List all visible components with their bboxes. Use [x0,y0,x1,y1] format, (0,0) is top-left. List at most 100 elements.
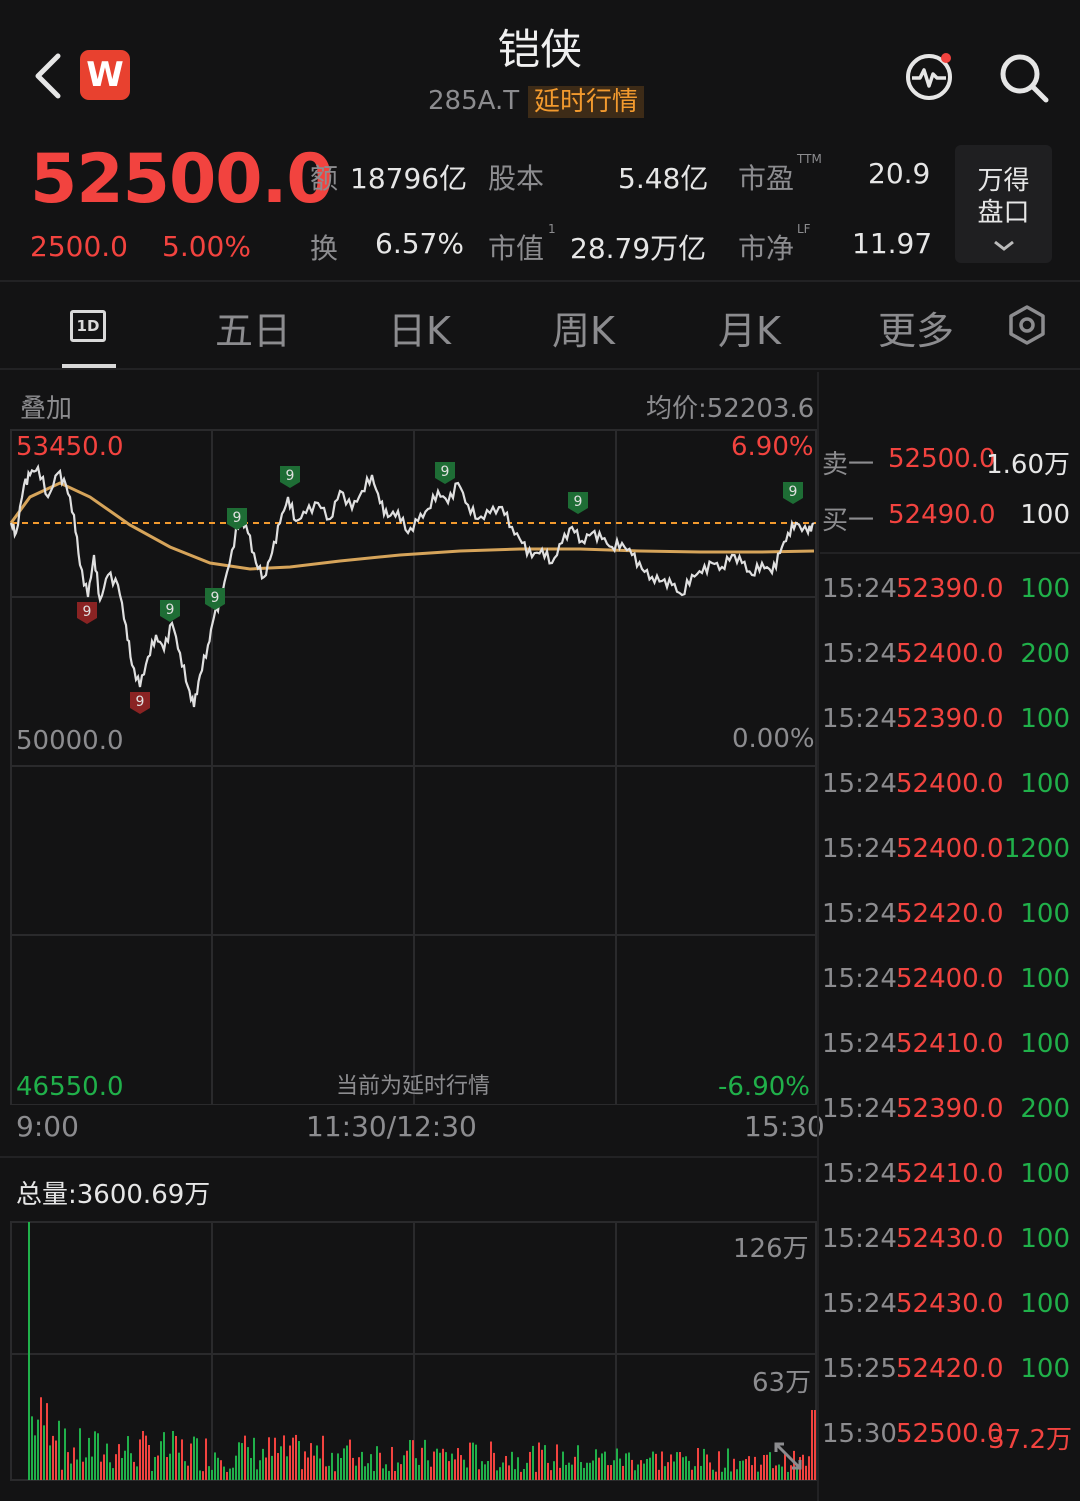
signal-marker[interactable]: 9 [205,588,225,610]
volume-bar [481,1461,483,1480]
tick-time: 15:24 [822,899,897,929]
volume-bar [349,1439,351,1480]
signal-marker[interactable]: 9 [435,462,455,484]
signal-marker[interactable]: 9 [160,600,180,622]
volume-bar [187,1465,189,1480]
volume-bar [685,1456,687,1480]
stat-label-pe: 市盈 [738,162,795,195]
settings-icon[interactable] [1006,304,1048,346]
signal-marker[interactable]: 9 [130,692,150,714]
tick-price: 52400.0 [896,769,1004,799]
volume-bar [658,1469,660,1480]
search-icon[interactable] [996,50,1052,106]
volume-axis-max: 126万 [733,1234,809,1264]
intraday-chart[interactable]: 9 9 9 9 9 9 9 9 9 [0,425,818,1105]
tick-volume: 100 [1020,1289,1070,1319]
tab-more[interactable]: 更多 [878,300,954,355]
volume-bar [46,1403,48,1480]
volume-bar [715,1471,717,1480]
volume-bar [499,1467,501,1480]
tick-time: 15:24 [822,1289,897,1319]
tab-weekly-k[interactable]: 周K [552,300,615,355]
tick-row: 15:24 52410.0 100 [820,1159,1080,1199]
price-line [9,463,815,708]
volume-bar [496,1470,498,1480]
tick-row: 15:24 52430.0 100 [820,1224,1080,1264]
last-price: 52500.0 [30,140,334,219]
volume-bar [520,1471,522,1480]
volume-bar [604,1451,606,1480]
volume-bar [241,1443,243,1480]
volume-bar [61,1469,63,1480]
volume-bar [811,1410,813,1480]
volume-bar [88,1437,90,1480]
tab-daily-k[interactable]: 日K [388,300,451,355]
volume-bar [160,1441,162,1480]
volume-bar [490,1441,492,1480]
signal-marker[interactable]: 9 [77,602,97,624]
volume-bar [151,1470,153,1480]
stat-value-turnover: 6.57% [375,227,464,260]
volume-bar [79,1428,81,1480]
volume-bar [172,1430,174,1480]
volume-bar [121,1458,123,1480]
volume-bar [460,1455,462,1480]
tab-1d[interactable]: 1D [70,310,106,342]
volume-bar [238,1442,240,1480]
tick-row: 15:24 52390.0 200 [820,1094,1080,1134]
volume-bar [190,1443,192,1480]
tab-monthly-k[interactable]: 月K [718,300,781,355]
signal-marker[interactable]: 9 [280,466,300,488]
tick-row: 15:24 52390.0 100 [820,574,1080,614]
stat-label-amount: 额 [310,162,339,195]
volume-bar [718,1451,720,1480]
volume-bar [721,1471,723,1480]
volume-bar [463,1459,465,1480]
volume-bar [730,1471,732,1480]
volume-bar [436,1448,438,1480]
volume-bar [397,1462,399,1480]
expand-icon[interactable] [772,1440,804,1472]
volume-bar [694,1466,696,1480]
time-mid: 11:30/12:30 [306,1110,477,1143]
volume-bar [235,1455,237,1480]
overlay-button[interactable]: 叠加 [20,388,72,425]
volume-bar [526,1462,528,1480]
delay-badge: 延时行情 [528,86,645,118]
wind-orderbook-button[interactable]: 万得 盘口 [955,145,1052,263]
volume-bar [115,1454,117,1480]
tick-volume: 100 [1020,964,1070,994]
volume-chart[interactable] [0,1220,818,1482]
volume-bar [424,1439,426,1480]
volume-bar [277,1453,279,1480]
signal-marker[interactable]: 9 [783,482,803,504]
bid-price: 52490.0 [888,500,996,530]
tick-price: 52400.0 [896,834,1004,864]
volume-bar [181,1439,183,1480]
signal-marker-label: 9 [233,510,242,526]
volume-bar [565,1464,567,1480]
volume-bar [610,1465,612,1480]
volume-bar [100,1461,102,1480]
tick-volume: 100 [1020,704,1070,734]
tab-5day[interactable]: 五日 [215,300,291,355]
volume-bar [430,1466,432,1480]
volume-bar [709,1462,711,1480]
volume-bar [382,1468,384,1480]
volume-bar [139,1439,141,1480]
volume-bar [220,1460,222,1480]
volume-bar [421,1447,423,1480]
volume-bar [379,1452,381,1480]
pulse-icon[interactable] [902,50,956,104]
volume-bar [229,1468,231,1480]
volume-bar [616,1448,618,1480]
volume-bar [34,1435,36,1480]
volume-bar [742,1460,744,1480]
volume-bar [541,1449,543,1480]
signal-marker[interactable]: 9 [568,492,588,514]
volume-bar [343,1448,345,1480]
tick-price: 52390.0 [896,1094,1004,1124]
pct-axis-low: -6.90% [718,1072,810,1102]
volume-bar [406,1450,408,1480]
tick-price: 52400.0 [896,639,1004,669]
